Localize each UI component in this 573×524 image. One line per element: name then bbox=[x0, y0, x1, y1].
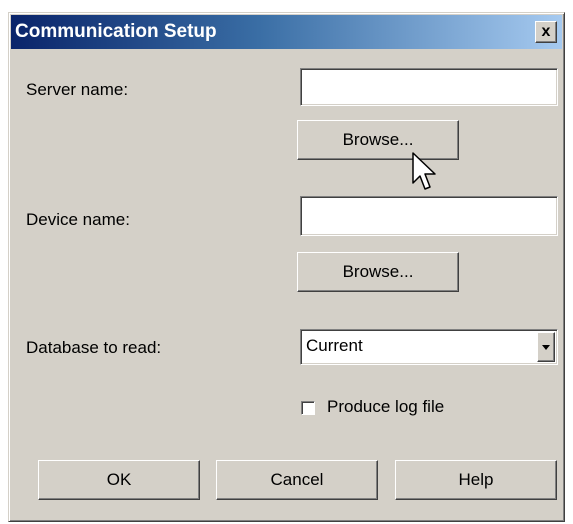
server-name-input[interactable] bbox=[300, 68, 558, 106]
produce-log-file-checkbox[interactable] bbox=[301, 401, 315, 415]
device-name-input[interactable] bbox=[300, 196, 558, 236]
cancel-button[interactable]: Cancel bbox=[216, 460, 378, 500]
produce-log-file-label[interactable]: Produce log file bbox=[327, 397, 444, 417]
cancel-label: Cancel bbox=[270, 470, 324, 489]
close-button[interactable]: x bbox=[535, 21, 557, 43]
mouse-cursor-icon bbox=[412, 152, 436, 190]
database-label: Database to read: bbox=[26, 338, 162, 357]
device-name-label: Device name: bbox=[26, 210, 130, 229]
chevron-down-icon[interactable] bbox=[537, 332, 555, 362]
close-icon: x bbox=[541, 23, 551, 40]
device-browse-button[interactable]: Browse... bbox=[297, 252, 459, 292]
help-button[interactable]: Help bbox=[395, 460, 557, 500]
ok-button[interactable]: OK bbox=[38, 460, 200, 500]
server-name-label: Server name: bbox=[26, 80, 129, 99]
title-bar[interactable]: Communication Setup x bbox=[11, 15, 562, 49]
help-label: Help bbox=[458, 470, 494, 489]
communication-setup-dialog: Communication Setup x Server name: Brows… bbox=[8, 12, 565, 522]
database-selected-value: Current bbox=[306, 336, 363, 355]
ok-label: OK bbox=[106, 470, 132, 489]
device-browse-label: Browse... bbox=[342, 262, 414, 281]
database-select[interactable]: Current bbox=[300, 329, 558, 365]
window-title: Communication Setup bbox=[15, 21, 217, 42]
server-browse-label: Browse... bbox=[342, 130, 414, 149]
